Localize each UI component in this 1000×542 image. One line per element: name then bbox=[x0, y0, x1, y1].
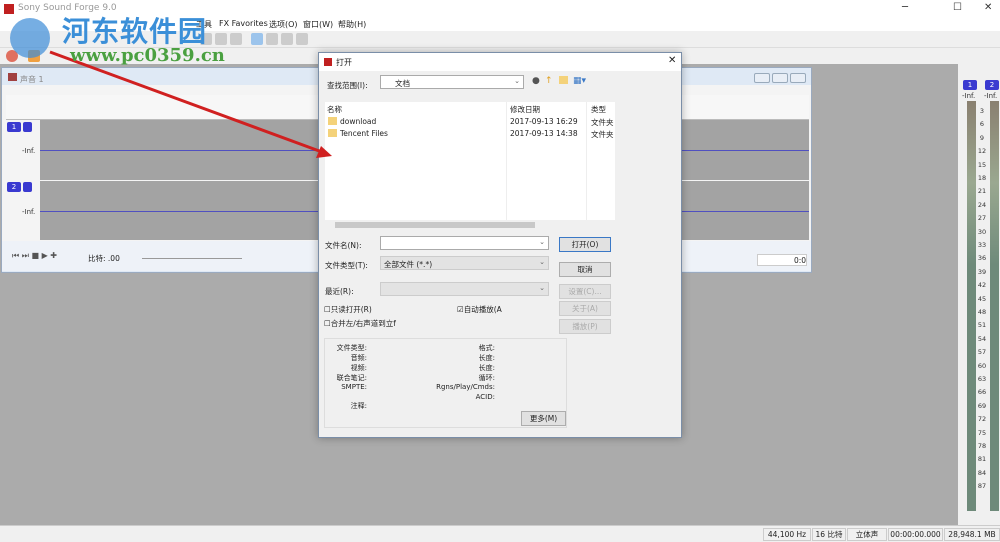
watermark-name: 河东软件园 bbox=[62, 15, 208, 48]
watermark-logo bbox=[10, 18, 50, 58]
watermark-url: www.pc0359.cn bbox=[70, 45, 225, 66]
annotation-arrow bbox=[49, 50, 332, 158]
